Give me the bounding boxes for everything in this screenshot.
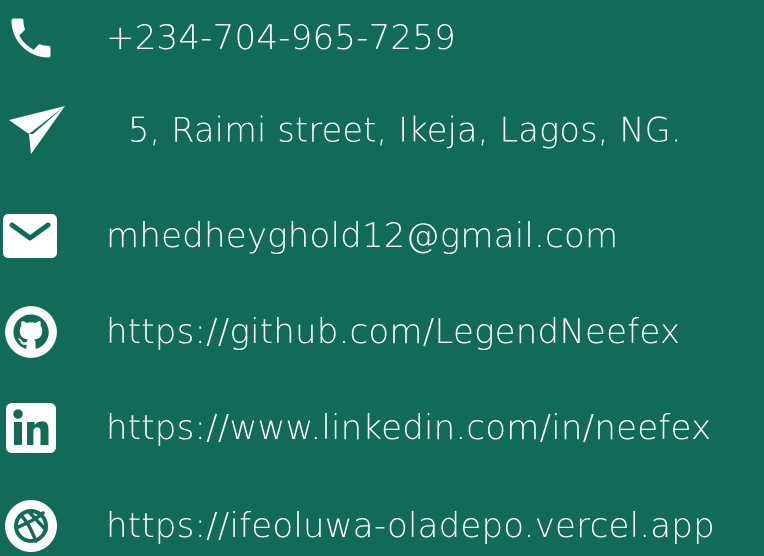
send-icon — [9, 106, 65, 154]
contact-phone-row[interactable]: +234-704-965-7259 — [0, 8, 764, 68]
contact-email-row[interactable]: mhedheyghold12@gmail.com — [0, 206, 764, 266]
mail-icon — [3, 214, 57, 258]
contact-address-row: 5, Raimi street, Ikeja, Lagos, NG. — [0, 100, 764, 160]
contact-linkedin-row[interactable]: https://www.linkedin.com/in/neefex — [0, 398, 764, 458]
phone-number[interactable]: +234-704-965-7259 — [106, 21, 456, 55]
phone-icon — [11, 18, 51, 58]
contact-github-row[interactable]: https://github.com/LegendNeefex — [0, 302, 764, 362]
linkedin-icon — [6, 403, 56, 453]
address-text: 5, Raimi street, Ikeja, Lagos, NG. — [128, 110, 682, 150]
email-link[interactable]: mhedheyghold12@gmail.com — [106, 219, 618, 253]
website-link[interactable]: https://ifeoluwa-oladepo.vercel.app — [106, 509, 715, 543]
github-icon — [5, 306, 57, 358]
contact-website-row[interactable]: https://ifeoluwa-oladepo.vercel.app — [0, 496, 764, 556]
dribbble-icon — [5, 500, 57, 552]
linkedin-link[interactable]: https://www.linkedin.com/in/neefex — [106, 411, 711, 445]
github-link[interactable]: https://github.com/LegendNeefex — [106, 315, 680, 349]
